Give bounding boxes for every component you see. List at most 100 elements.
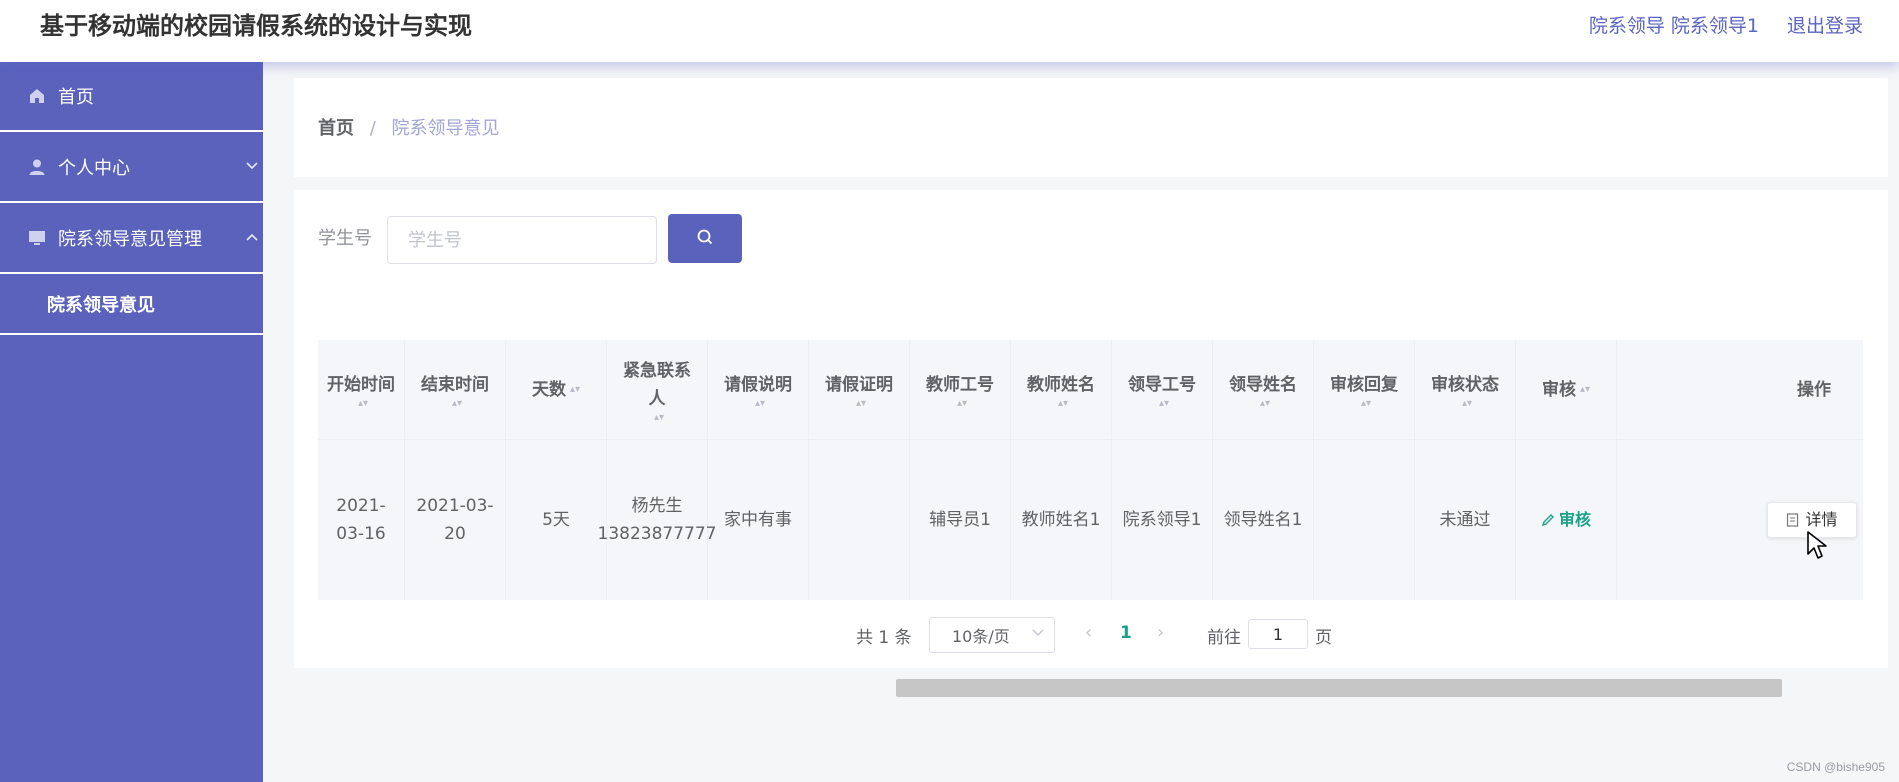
breadcrumb-home[interactable]: 首页 bbox=[318, 118, 354, 139]
user-icon bbox=[28, 158, 46, 176]
sidebar-item-label: 首页 bbox=[58, 87, 94, 108]
app-title: 基于移动端的校园请假系统的设计与实现 bbox=[40, 12, 472, 40]
column-header-label: 紧急联系人 bbox=[623, 360, 691, 409]
next-page-icon[interactable]: › bbox=[1157, 622, 1164, 643]
chevron-up-icon bbox=[245, 230, 259, 246]
cell-audit-reply bbox=[1314, 440, 1415, 600]
cell-teacher-id: 辅导员1 bbox=[910, 440, 1011, 600]
column-header-leave-reason[interactable]: 请假说明 ▴▾ bbox=[708, 340, 809, 439]
column-header-label: 审核 bbox=[1541, 379, 1576, 400]
sort-icon[interactable]: ▴▾ bbox=[1159, 398, 1169, 409]
column-header-label: 开始时间 bbox=[327, 374, 395, 395]
page-unit-label: 页 bbox=[1315, 628, 1332, 648]
student-id-search-input[interactable] bbox=[387, 216, 657, 264]
column-header-start-time[interactable]: 开始时间 ▴▾ bbox=[318, 340, 405, 439]
cell-start-time: 2021-03-16 bbox=[318, 440, 405, 600]
column-header-label: 领导姓名 bbox=[1229, 374, 1297, 395]
document-icon bbox=[1787, 513, 1799, 527]
breadcrumb: 首页 / 院系领导意见 bbox=[318, 114, 500, 140]
column-header-label: 教师姓名 bbox=[1027, 374, 1095, 395]
column-header-label: 教师工号 bbox=[926, 374, 994, 395]
mouse-cursor-icon bbox=[1806, 530, 1830, 562]
cell-end-time: 2021-03-20 bbox=[405, 440, 506, 600]
chevron-down-icon bbox=[1032, 626, 1044, 640]
column-header-label: 请假说明 bbox=[724, 374, 792, 395]
monitor-icon bbox=[28, 229, 46, 247]
sidebar-item-opinion-management[interactable]: 院系领导意见管理 bbox=[0, 203, 263, 274]
column-header-audit[interactable]: 审核 ▴▾ bbox=[1516, 340, 1617, 439]
prev-page-icon[interactable]: ‹ bbox=[1085, 622, 1092, 643]
pagination-total: 共 1 条 bbox=[856, 628, 912, 648]
column-header-audit-reply[interactable]: 审核回复 ▴▾ bbox=[1314, 340, 1415, 439]
page-number-current[interactable]: 1 bbox=[1120, 623, 1132, 643]
page-size-select[interactable]: 10条/页 bbox=[929, 617, 1055, 653]
cell-leave-proof bbox=[809, 440, 910, 600]
column-header-actions: 操作 bbox=[1617, 340, 1863, 439]
top-header: 基于移动端的校园请假系统的设计与实现 院系领导 院系领导1 退出登录 bbox=[0, 0, 1899, 62]
sidebar-subitem-leader-opinion[interactable]: 院系领导意见 bbox=[0, 274, 263, 335]
cell-days: 5天 bbox=[506, 440, 607, 600]
sort-icon[interactable]: ▴▾ bbox=[1462, 398, 1472, 409]
column-header-audit-status[interactable]: 审核状态 ▴▾ bbox=[1415, 340, 1516, 439]
column-header-label: 审核回复 bbox=[1330, 374, 1398, 395]
goto-page-input[interactable] bbox=[1248, 619, 1308, 649]
sort-icon[interactable]: ▴▾ bbox=[358, 398, 368, 409]
cell-leave-reason: 家中有事 bbox=[708, 440, 809, 600]
edit-icon bbox=[1541, 514, 1554, 527]
data-table: 开始时间 ▴▾ 结束时间 ▴▾ 天数 ▴▾ 紧急联系人 ▴▾ 请假说明 ▴▾ 请… bbox=[318, 340, 1863, 697]
column-header-label: 操作 bbox=[1797, 379, 1831, 400]
sort-icon[interactable]: ▴▾ bbox=[856, 398, 866, 409]
column-header-label: 结束时间 bbox=[421, 374, 489, 395]
column-header-end-time[interactable]: 结束时间 ▴▾ bbox=[405, 340, 506, 439]
sidebar-item-profile[interactable]: 个人中心 bbox=[0, 132, 263, 203]
column-header-emergency-contact[interactable]: 紧急联系人 ▴▾ bbox=[607, 340, 708, 439]
horizontal-scrollbar[interactable] bbox=[896, 679, 1782, 697]
search-button[interactable] bbox=[668, 214, 742, 263]
column-header-leader-id[interactable]: 领导工号 ▴▾ bbox=[1112, 340, 1213, 439]
column-header-leave-proof[interactable]: 请假证明 ▴▾ bbox=[809, 340, 910, 439]
breadcrumb-current: 院系领导意见 bbox=[391, 118, 500, 139]
table-row: 2021-03-16 2021-03-20 5天 杨先生 13823877777… bbox=[318, 440, 1863, 697]
column-header-teacher-name[interactable]: 教师姓名 ▴▾ bbox=[1011, 340, 1112, 439]
sidebar-item-home[interactable]: 首页 bbox=[0, 62, 263, 132]
search-label: 学生号 bbox=[318, 228, 372, 249]
breadcrumb-card: 首页 / 院系领导意见 bbox=[294, 78, 1888, 177]
sidebar-item-label: 院系领导意见管理 bbox=[58, 228, 202, 250]
cell-teacher-name: 教师姓名1 bbox=[1011, 440, 1112, 600]
sort-icon[interactable]: ▴▾ bbox=[1058, 398, 1068, 409]
chevron-down-icon bbox=[245, 159, 259, 175]
sort-icon[interactable]: ▴▾ bbox=[570, 384, 580, 395]
cell-leader-name: 领导姓名1 bbox=[1213, 440, 1314, 600]
table-header-row: 开始时间 ▴▾ 结束时间 ▴▾ 天数 ▴▾ 紧急联系人 ▴▾ 请假说明 ▴▾ 请… bbox=[318, 340, 1863, 440]
column-header-label: 审核状态 bbox=[1431, 374, 1499, 395]
pagination: 共 1 条 10条/页 ‹ 1 › 前往 页 bbox=[294, 617, 1888, 657]
cell-emergency-contact: 杨先生 13823877777 bbox=[598, 440, 717, 600]
sort-icon[interactable]: ▴▾ bbox=[957, 398, 967, 409]
sort-icon[interactable]: ▴▾ bbox=[755, 398, 765, 409]
page-size-value: 10条/页 bbox=[952, 627, 1010, 646]
column-header-label: 领导工号 bbox=[1128, 374, 1196, 395]
sort-icon[interactable]: ▴▾ bbox=[1580, 384, 1590, 395]
column-header-label: 请假证明 bbox=[825, 374, 893, 395]
sort-icon[interactable]: ▴▾ bbox=[1361, 398, 1371, 409]
sidebar-item-label: 个人中心 bbox=[58, 157, 130, 179]
header-user-area: 院系领导 院系领导1 退出登录 bbox=[1589, 12, 1863, 40]
goto-label: 前往 bbox=[1207, 628, 1241, 648]
logout-link[interactable]: 退出登录 bbox=[1787, 12, 1863, 40]
sort-icon[interactable]: ▴▾ bbox=[452, 398, 462, 409]
column-header-teacher-id[interactable]: 教师工号 ▴▾ bbox=[910, 340, 1011, 439]
content-card: 学生号 开始时间 ▴▾ 结束时间 ▴▾ 天数 ▴▾ 紧急联系人 ▴▾ bbox=[294, 190, 1888, 697]
cell-audit: 审核 bbox=[1516, 440, 1617, 600]
cell-actions: 详情 bbox=[1617, 440, 1863, 600]
column-header-days[interactable]: 天数 ▴▾ bbox=[506, 340, 607, 439]
sidebar: 首页 个人中心 院系领导意见管理 院系领导意见 bbox=[0, 62, 263, 782]
cell-leader-id: 院系领导1 bbox=[1112, 440, 1213, 600]
sort-icon[interactable]: ▴▾ bbox=[654, 412, 664, 423]
sort-icon[interactable]: ▴▾ bbox=[1260, 398, 1270, 409]
watermark: CSDN @bishe905 bbox=[1786, 760, 1885, 774]
search-icon bbox=[696, 228, 714, 249]
home-icon bbox=[28, 87, 46, 105]
audit-link[interactable]: 审核 bbox=[1541, 506, 1591, 534]
column-header-leader-name[interactable]: 领导姓名 ▴▾ bbox=[1213, 340, 1314, 439]
column-header-label: 天数 bbox=[531, 379, 566, 400]
